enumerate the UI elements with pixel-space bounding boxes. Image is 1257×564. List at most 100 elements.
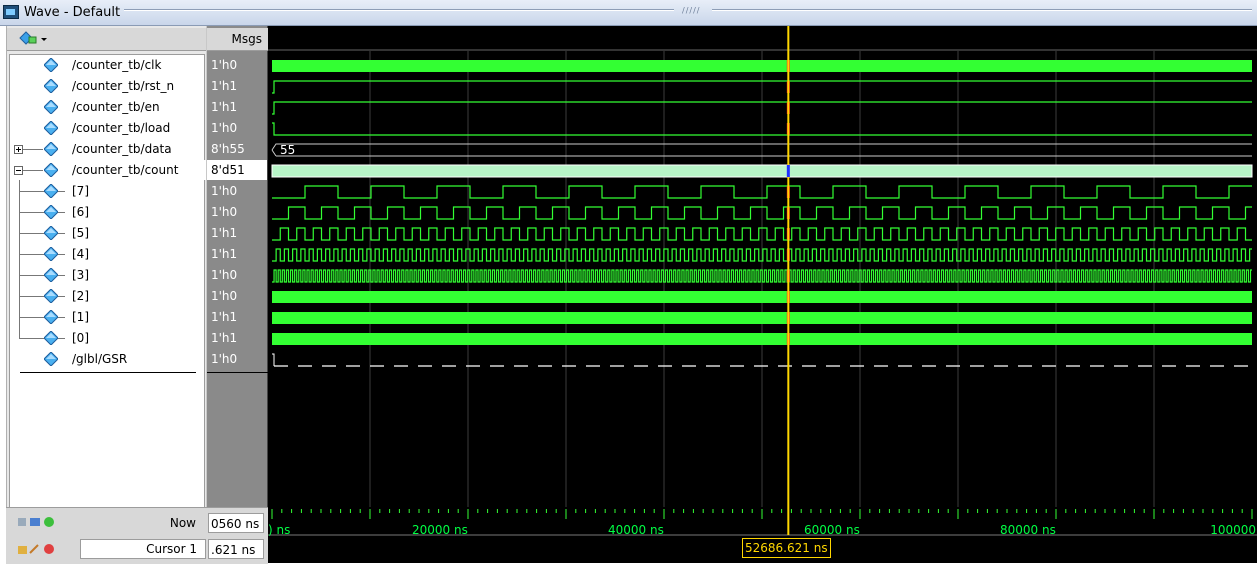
- tree-line: [19, 327, 20, 338]
- lock-icon: [18, 546, 27, 554]
- data-bus-label: 55: [280, 143, 295, 157]
- signal-icon: [43, 288, 59, 304]
- cursor-value: .621 ns: [208, 539, 264, 559]
- tree-connector: [19, 254, 65, 255]
- signal-row[interactable]: /glbl/GSR: [10, 349, 206, 369]
- value-row[interactable]: 1'h0: [207, 55, 267, 75]
- tick-label: 40000 ns: [608, 523, 664, 537]
- signal-name: /counter_tb/en: [72, 100, 160, 114]
- value-row[interactable]: 1'h0: [207, 118, 267, 138]
- tree-connector: [19, 191, 65, 192]
- signal-value: 1'h1: [211, 226, 238, 240]
- tree-connector: [23, 149, 43, 150]
- now-value: 0560 ns: [208, 513, 264, 533]
- signal-name: [1]: [72, 310, 89, 324]
- signal-icon: [43, 183, 59, 199]
- edit-icon: [29, 544, 39, 554]
- signal-value: 1'h1: [211, 100, 238, 114]
- signal-name: [2]: [72, 289, 89, 303]
- signal-row[interactable]: [3]: [10, 264, 206, 286]
- signal-icon: [43, 99, 59, 115]
- value-row[interactable]: 1'h1: [207, 328, 267, 348]
- value-row[interactable]: 8'd51: [207, 160, 267, 180]
- time-ruler[interactable]: ) ns 20000 ns 40000 ns 60000 ns 80000 ns 1000…: [268, 507, 1257, 563]
- signal-row[interactable]: /counter_tb/data: [10, 139, 206, 159]
- signal-value: 1'h1: [211, 310, 238, 324]
- cursor-toolbar-icons[interactable]: [18, 543, 58, 555]
- remove-icon: [44, 544, 54, 554]
- insert-marker-line: [20, 372, 196, 373]
- signal-row[interactable]: /counter_tb/load: [10, 118, 206, 138]
- value-row[interactable]: 1'h1: [207, 223, 267, 243]
- status-names-area: Now Cursor 1: [6, 507, 206, 564]
- tick-label: 60000 ns: [804, 523, 860, 537]
- signal-icon: [43, 57, 59, 73]
- signal-value: 1'h0: [211, 184, 238, 198]
- clk-waveform: [272, 60, 1252, 72]
- value-row[interactable]: 1'h0: [207, 286, 267, 306]
- signal-row[interactable]: /counter_tb/en: [10, 97, 206, 117]
- now-toolbar-icons[interactable]: [18, 516, 58, 528]
- title-grip-line-right: [712, 9, 1252, 11]
- tick-label: 80000 ns: [1000, 523, 1056, 537]
- tree-connector: [19, 275, 65, 276]
- value-row[interactable]: 1'h1: [207, 76, 267, 96]
- collapse-icon[interactable]: [14, 166, 23, 175]
- value-row[interactable]: 8'h55: [207, 139, 267, 159]
- signal-icon: [43, 351, 59, 367]
- title-grip-line-left: [124, 9, 674, 11]
- value-row[interactable]: 1'h1: [207, 307, 267, 327]
- window-title-bar[interactable]: Wave - Default /////: [0, 0, 1257, 26]
- waveform-canvas[interactable]: 55: [268, 26, 1257, 507]
- add-wave-icon[interactable]: [19, 31, 49, 47]
- cursor-name-box[interactable]: Cursor 1: [80, 539, 206, 559]
- signal-name: /glbl/GSR: [72, 352, 128, 366]
- signal-name: [7]: [72, 184, 89, 198]
- signal-row[interactable]: [4]: [10, 243, 206, 265]
- cursor-time-readout[interactable]: 52686.621 ns: [742, 538, 831, 558]
- value-row[interactable]: 1'h0: [207, 265, 267, 285]
- value-row[interactable]: 1'h0: [207, 202, 267, 222]
- gsr-edge: [272, 353, 275, 366]
- signal-value: 1'h0: [211, 121, 238, 135]
- signal-row[interactable]: /counter_tb/clk: [10, 55, 206, 75]
- signal-row[interactable]: [7]: [10, 180, 206, 202]
- signal-value: 1'h0: [211, 352, 238, 366]
- signal-names-pane: /counter_tb/clk/counter_tb/rst_n/counter…: [6, 26, 207, 563]
- signal-row[interactable]: [5]: [10, 222, 206, 244]
- signal-row[interactable]: /counter_tb/count: [10, 160, 206, 180]
- signal-icon: [43, 162, 59, 178]
- signal-row[interactable]: [0]: [10, 327, 206, 348]
- count-bus-waveform: [271, 164, 1253, 178]
- signal-value: 8'h55: [211, 142, 245, 156]
- expand-icon[interactable]: [14, 145, 23, 154]
- zoom-icon: [18, 518, 26, 526]
- signal-name: [5]: [72, 226, 89, 240]
- signal-row[interactable]: [6]: [10, 201, 206, 223]
- values-pane: Msgs 1'h0 1'h1 1'h1 1'h0 8'h55 8'd51 1'h0 1'h0 1…: [206, 26, 268, 563]
- signal-name: [4]: [72, 247, 89, 261]
- cursor-bus-marker: [786, 165, 790, 177]
- names-header: [7, 28, 207, 51]
- signal-row[interactable]: [1]: [10, 306, 206, 328]
- value-row[interactable]: 1'h1: [207, 97, 267, 117]
- value-row[interactable]: 1'h0: [207, 349, 267, 369]
- value-row[interactable]: 1'h0: [207, 181, 267, 201]
- signal-row[interactable]: /counter_tb/rst_n: [10, 76, 206, 96]
- signal-icon: [43, 225, 59, 241]
- signal-icon: [43, 309, 59, 325]
- signal-value: 1'h0: [211, 205, 238, 219]
- tree-connector: [19, 233, 65, 234]
- wave-window-icon: [3, 5, 19, 19]
- waveform-pane[interactable]: 55: [268, 26, 1257, 563]
- signal-value: 8'd51: [211, 163, 245, 177]
- count-bit-3-waveform: [272, 269, 1252, 283]
- signal-name: /counter_tb/count: [72, 163, 179, 177]
- value-row[interactable]: 1'h1: [207, 244, 267, 264]
- signal-row[interactable]: [2]: [10, 285, 206, 307]
- signal-icon: [43, 120, 59, 136]
- signal-icon: [43, 246, 59, 262]
- title-grip-dots[interactable]: /////: [682, 6, 700, 15]
- signal-value: 1'h1: [211, 331, 238, 345]
- count-bit-0-waveform: [272, 333, 1252, 345]
